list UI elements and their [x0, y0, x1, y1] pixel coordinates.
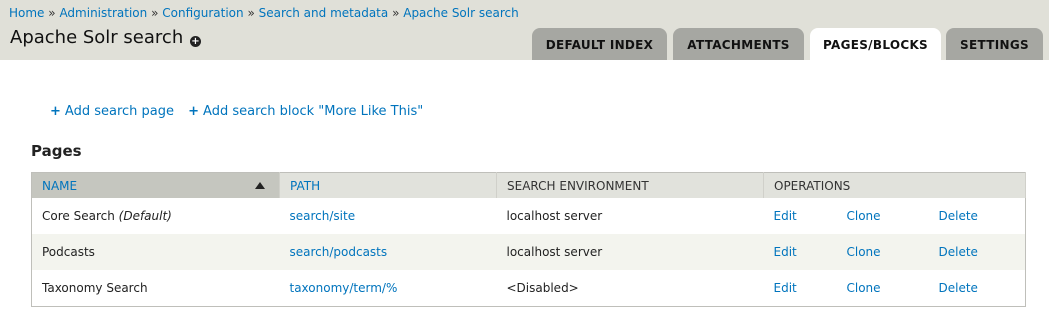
table-header-row: NAME PATH SEARCH ENVIRONMENT OPERATIONS [31, 172, 1026, 198]
add-search-block-label: Add search block "More Like This" [203, 104, 424, 119]
tab-settings[interactable]: SETTINGS [946, 28, 1043, 60]
plus-icon: + [188, 104, 200, 119]
cell-path: search/podcasts [279, 234, 497, 270]
page-header: Home » Administration » Configuration » … [0, 0, 1049, 60]
cell-name: Core Search (Default) [32, 198, 280, 234]
pages-table: NAME PATH SEARCH ENVIRONMENT OPERATIONS … [31, 172, 1026, 307]
cell-operations: Edit Clone Delete [763, 234, 1026, 270]
breadcrumb-administration[interactable]: Administration [59, 6, 147, 20]
edit-link[interactable]: Edit [774, 209, 797, 223]
breadcrumb-separator: » [392, 6, 400, 20]
path-link[interactable]: taxonomy/term/% [290, 281, 398, 295]
default-note: (Default) [118, 209, 172, 223]
tab-attachments[interactable]: ATTACHMENTS [673, 28, 804, 60]
cell-operations: Edit Clone Delete [764, 198, 1026, 234]
breadcrumb-configuration[interactable]: Configuration [162, 6, 243, 20]
column-header-operations: OPERATIONS [763, 172, 1026, 198]
breadcrumb-separator: » [48, 6, 56, 20]
action-links: + Add search page + Add search block "More… [50, 104, 433, 119]
column-header-search-environment: SEARCH ENVIRONMENT [496, 172, 764, 198]
page-name: Core Search [42, 209, 115, 223]
column-header-path[interactable]: PATH [279, 172, 497, 198]
cell-path: taxonomy/term/% [280, 270, 497, 307]
page-name: Taxonomy Search [42, 281, 148, 295]
breadcrumb-separator: » [247, 6, 255, 20]
breadcrumb-apache-solr-search[interactable]: Apache Solr search [403, 6, 518, 20]
table-row: Core Search (Default) search/site localh… [32, 198, 1026, 234]
tab-default-index[interactable]: DEFAULT INDEX [532, 28, 667, 60]
cell-environment: localhost server [506, 209, 603, 223]
section-title-pages: Pages [31, 142, 82, 160]
table-row: Taxonomy Search taxonomy/term/% <Disable… [32, 270, 1026, 307]
clone-link[interactable]: Clone [847, 209, 881, 223]
column-header-name[interactable]: NAME [31, 172, 280, 198]
add-search-block-link[interactable]: + Add search block "More Like This" [188, 104, 423, 119]
cell-environment: <Disabled> [506, 281, 579, 295]
sort-ascending-icon [255, 182, 265, 189]
tab-pages-blocks[interactable]: PAGES/BLOCKS [810, 28, 941, 60]
breadcrumb: Home » Administration » Configuration » … [9, 6, 519, 20]
cell-name: Podcasts [31, 234, 280, 270]
add-search-page-link[interactable]: + Add search page [50, 104, 174, 119]
cell-environment: localhost server [496, 234, 764, 270]
cell-path: search/site [280, 198, 497, 234]
add-shortcut-icon[interactable]: + [190, 36, 201, 47]
clone-link[interactable]: Clone [847, 245, 881, 259]
cell-operations: Edit Clone Delete [764, 270, 1026, 307]
breadcrumb-home[interactable]: Home [9, 6, 44, 20]
page-name: Podcasts [42, 245, 95, 259]
add-search-page-label: Add search page [64, 104, 174, 119]
delete-link[interactable]: Delete [939, 245, 978, 259]
delete-link[interactable]: Delete [939, 281, 978, 295]
path-link[interactable]: search/podcasts [290, 245, 388, 259]
breadcrumb-search-and-metadata[interactable]: Search and metadata [259, 6, 389, 20]
table-row: Podcasts search/podcasts localhost serve… [31, 234, 1026, 270]
path-link[interactable]: search/site [290, 209, 356, 223]
column-name-label: NAME [42, 178, 78, 193]
page-title: Apache Solr search [10, 27, 184, 48]
delete-link[interactable]: Delete [939, 209, 978, 223]
edit-link[interactable]: Edit [774, 245, 797, 259]
cell-name: Taxonomy Search [32, 270, 280, 307]
edit-link[interactable]: Edit [774, 281, 797, 295]
clone-link[interactable]: Clone [847, 281, 881, 295]
plus-icon: + [50, 104, 61, 119]
breadcrumb-separator: » [151, 6, 159, 20]
